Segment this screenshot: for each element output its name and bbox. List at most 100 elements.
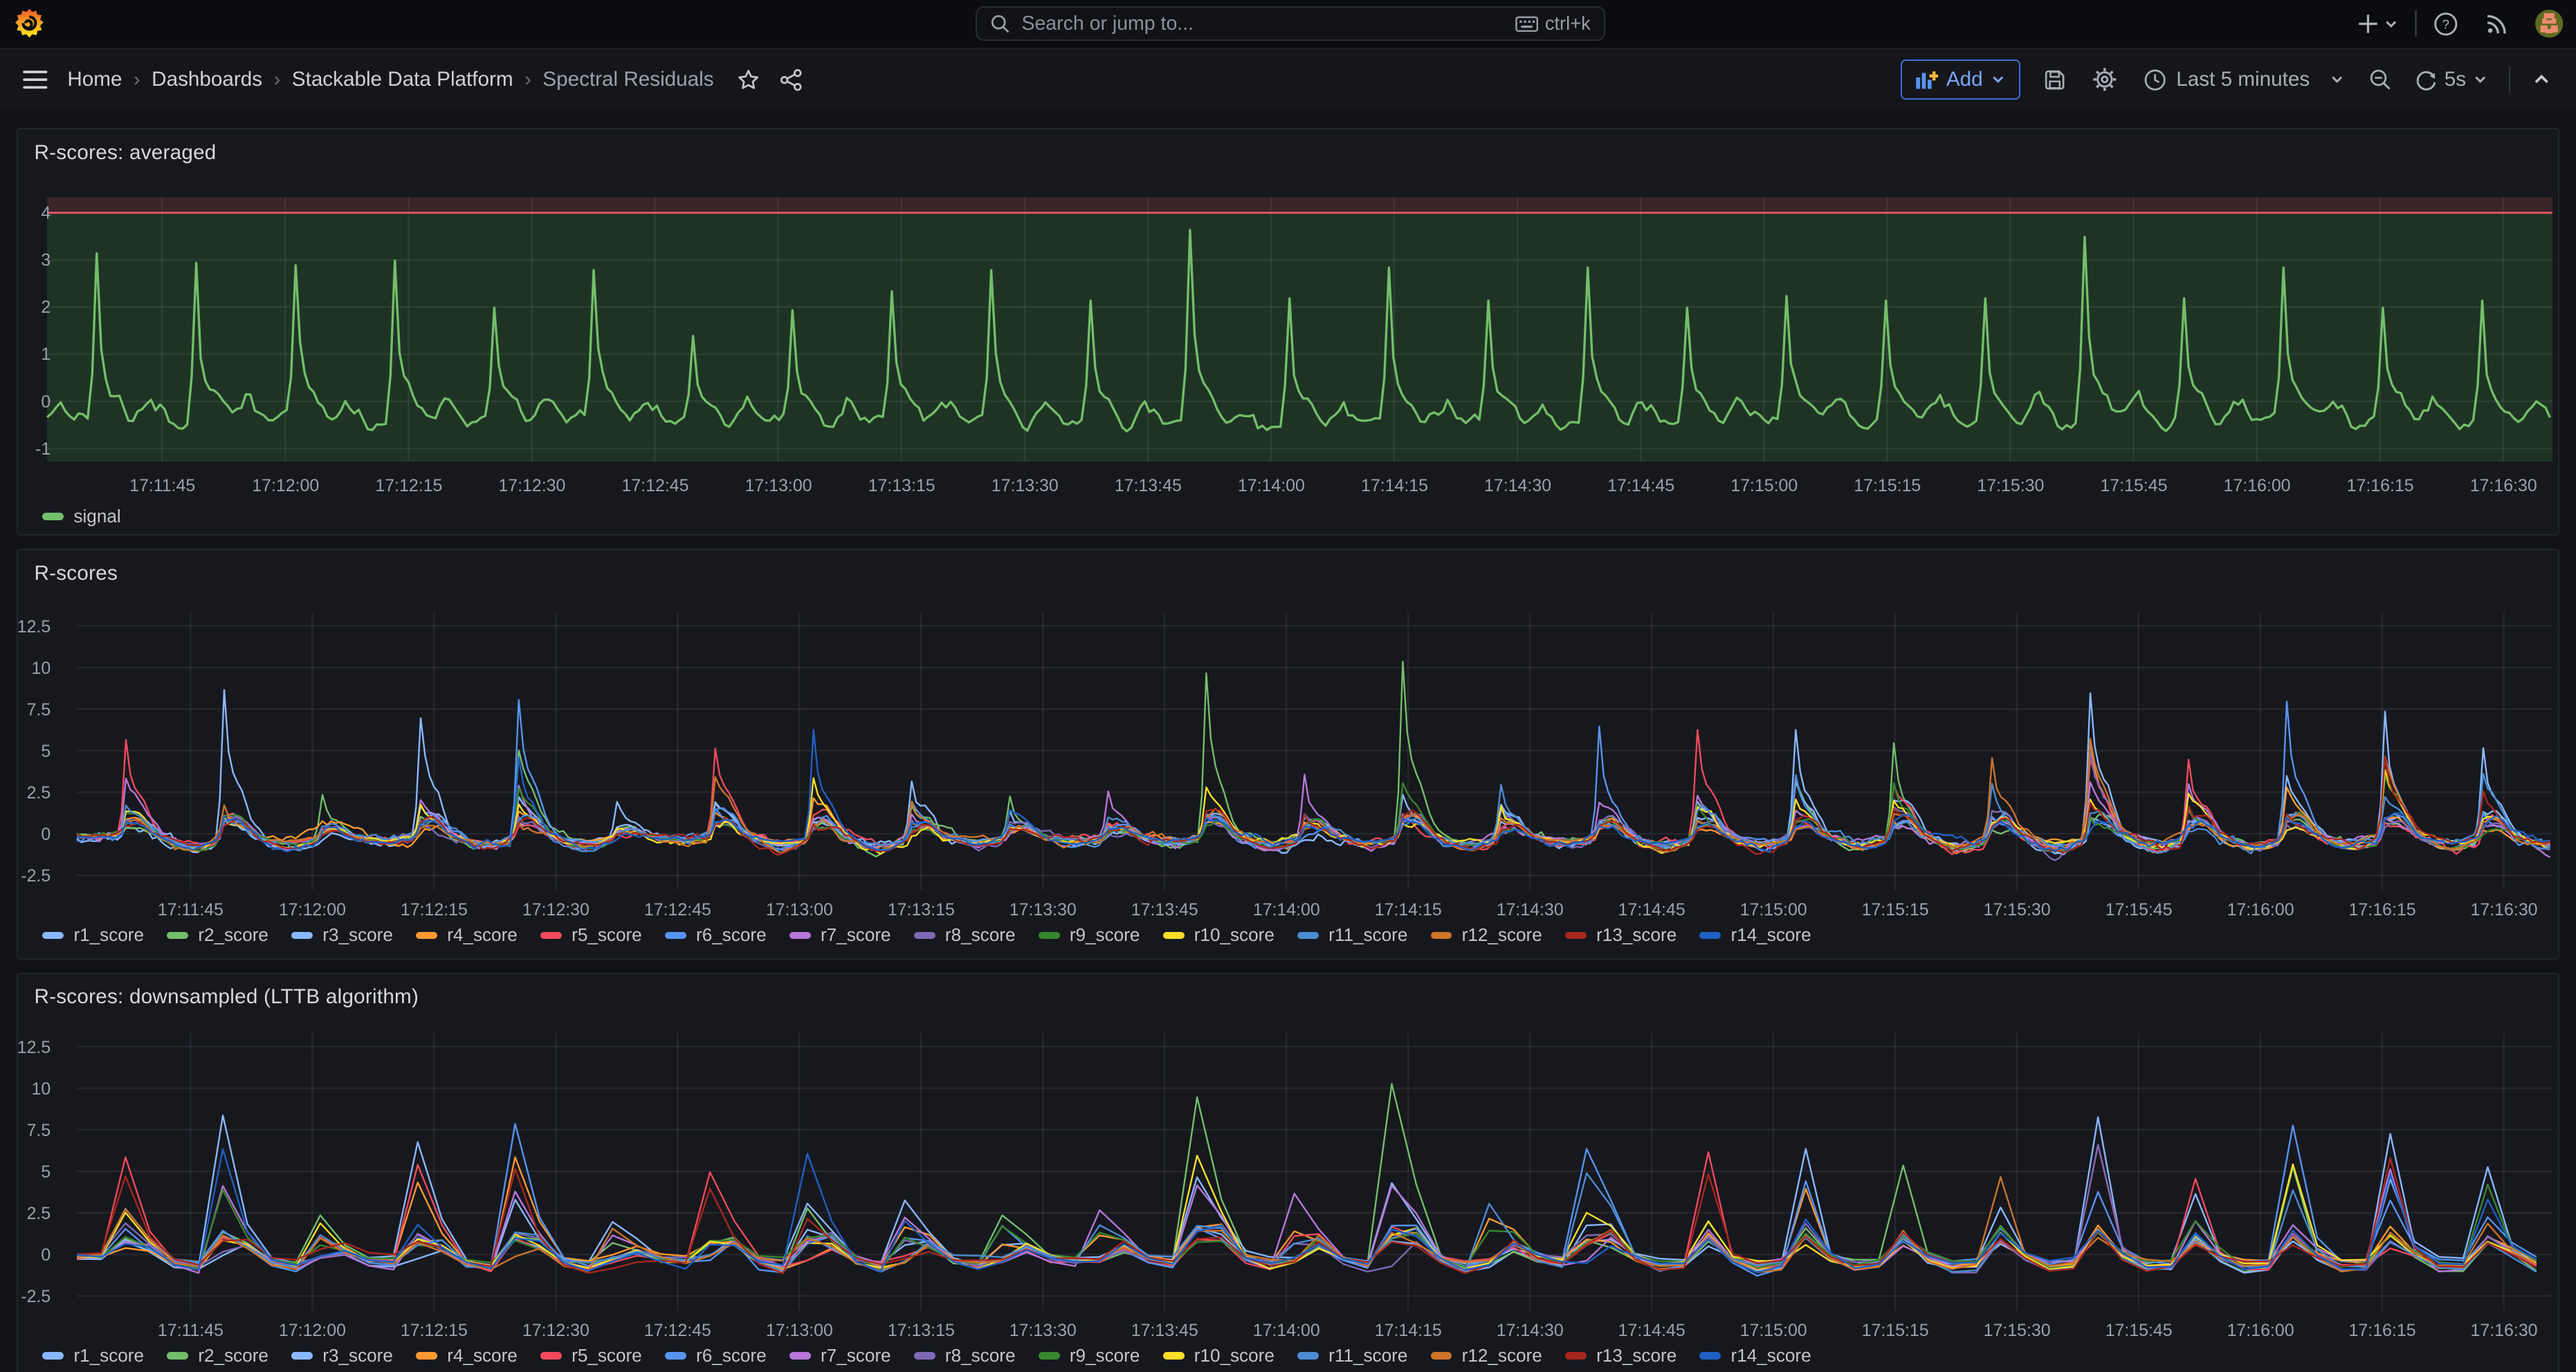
legend-label: r9_score (1070, 924, 1140, 946)
legend-swatch (1699, 1352, 1721, 1360)
favorite-dashboard-button[interactable] (737, 68, 760, 91)
chevron-down-icon (2473, 72, 2487, 86)
legend-item-r12_score[interactable]: r12_score (1431, 1345, 1542, 1366)
legend-item-signal[interactable]: signal (42, 506, 120, 527)
legend-item-r11_score[interactable]: r11_score (1297, 924, 1407, 946)
legend-item-r6_score[interactable]: r6_score (665, 1345, 767, 1366)
x-axis-label: 17:13:30 (967, 476, 1082, 496)
x-axis-label: 17:12:00 (228, 476, 343, 496)
breadcrumb-folder[interactable]: Stackable Data Platform (292, 68, 513, 91)
legend-item-r9_score[interactable]: r9_score (1039, 924, 1140, 946)
legend-item-r14_score[interactable]: r14_score (1699, 1345, 1811, 1366)
legend-label: r5_score (572, 924, 642, 946)
legend-swatch (1297, 1352, 1319, 1360)
star-icon (737, 68, 760, 91)
x-axis-label: 17:14:15 (1351, 900, 1465, 920)
y-axis-label: 0 (0, 392, 51, 412)
legend-swatch (416, 1352, 437, 1360)
x-axis-label: 17:16:15 (2325, 1321, 2440, 1341)
legend-item-r8_score[interactable]: r8_score (914, 1345, 1016, 1366)
breadcrumb-separator: › (134, 68, 140, 91)
new-menu-button[interactable] (2357, 13, 2398, 35)
breadcrumb-home[interactable]: Home (67, 68, 122, 91)
dashboard-toolbar: Home › Dashboards › Stackable Data Platf… (0, 49, 2576, 110)
legend-item-r1_score[interactable]: r1_score (42, 924, 144, 946)
svg-text:?: ? (2442, 17, 2449, 32)
collapse-controls-button[interactable] (2520, 61, 2563, 99)
legend-label: r7_score (821, 924, 891, 946)
dashboard-settings-button[interactable] (2079, 61, 2130, 99)
y-axis-label: -2.5 (0, 1287, 51, 1307)
legend-swatch (1565, 1352, 1587, 1360)
legend-item-r1_score[interactable]: r1_score (42, 1345, 144, 1366)
legend-item-r4_score[interactable]: r4_score (416, 1345, 518, 1366)
legend-item-r2_score[interactable]: r2_score (167, 1345, 268, 1366)
mega-menu-button[interactable] (23, 70, 48, 89)
y-axis-label: 5 (0, 742, 51, 762)
breadcrumb-dashboards[interactable]: Dashboards (152, 68, 262, 91)
x-axis-label: 17:15:15 (1838, 1321, 1953, 1341)
legend-item-r4_score[interactable]: r4_score (416, 924, 518, 946)
legend-item-r7_score[interactable]: r7_score (789, 924, 891, 946)
legend-item-r13_score[interactable]: r13_score (1565, 924, 1677, 946)
share-dashboard-button[interactable] (780, 68, 803, 91)
add-panel-button[interactable]: Add (1901, 60, 2020, 100)
search-input[interactable]: Search or jump to... ctrl+k (976, 6, 1605, 41)
legend-item-r5_score[interactable]: r5_score (540, 924, 642, 946)
news-button[interactable] (2485, 12, 2508, 35)
help-button[interactable]: ? (2433, 12, 2458, 37)
search-shortcut: ctrl+k (1515, 12, 1591, 35)
x-axis-label: 17:14:15 (1351, 1321, 1465, 1341)
panel-r-scores-downsampled[interactable]: R-scores: downsampled (LTTB algorithm) 1… (17, 973, 2560, 1372)
divider (2509, 66, 2510, 93)
legend-label: r2_score (198, 1345, 268, 1366)
chevron-up-icon (2532, 70, 2551, 89)
y-axis-label: 4 (0, 203, 51, 223)
legend-item-r9_score[interactable]: r9_score (1039, 1345, 1140, 1366)
legend-item-r14_score[interactable]: r14_score (1699, 924, 1811, 946)
x-axis-label: 17:14:00 (1214, 476, 1328, 496)
legend-swatch (1565, 932, 1587, 940)
legend-label: r1_score (73, 924, 144, 946)
refresh-dashboard-button[interactable]: 5s (2403, 61, 2499, 99)
legend-item-r8_score[interactable]: r8_score (914, 924, 1016, 946)
zoom-out-time-button[interactable] (2357, 61, 2403, 99)
legend-item-r13_score[interactable]: r13_score (1565, 1345, 1677, 1366)
x-axis-label: 17:13:15 (844, 476, 959, 496)
y-axis-label: 0 (0, 825, 51, 845)
search-placeholder: Search or jump to... (1021, 12, 1515, 35)
legend-label: r11_score (1328, 1345, 1407, 1366)
legend-item-r5_score[interactable]: r5_score (540, 1345, 642, 1366)
panel-r-scores-averaged[interactable]: R-scores: averaged 43210-117:11:4517:12:… (17, 128, 2560, 536)
breadcrumb-current: Spectral Residuals (542, 68, 713, 91)
legend-item-r12_score[interactable]: r12_score (1431, 924, 1542, 946)
plus-icon (2357, 13, 2379, 35)
legend-item-r3_score[interactable]: r3_score (291, 924, 393, 946)
save-dashboard-button[interactable] (2030, 61, 2079, 99)
hamburger-menu-icon (23, 70, 48, 89)
legend-item-r7_score[interactable]: r7_score (789, 1345, 891, 1366)
legend-item-r11_score[interactable]: r11_score (1297, 1345, 1407, 1366)
user-avatar[interactable] (2535, 10, 2563, 37)
x-axis-label: 17:12:15 (376, 900, 491, 920)
x-axis-label: 17:13:00 (742, 1321, 857, 1341)
y-axis-label: 1 (0, 345, 51, 365)
legend-item-r6_score[interactable]: r6_score (665, 924, 767, 946)
panel-r-scores[interactable]: R-scores 12.5107.552.50-2.517:11:4517:12… (17, 549, 2560, 960)
legend-swatch (665, 1352, 686, 1360)
panel-title[interactable]: R-scores: averaged (34, 141, 216, 165)
panel-title[interactable]: R-scores (34, 562, 118, 585)
legend-item-r3_score[interactable]: r3_score (291, 1345, 393, 1366)
panel-title[interactable]: R-scores: downsampled (LTTB algorithm) (34, 985, 419, 1009)
legend-label: r5_score (572, 1345, 642, 1366)
breadcrumb-separator: › (274, 68, 281, 91)
x-axis-label: 17:15:15 (1830, 476, 1945, 496)
legend-item-r10_score[interactable]: r10_score (1163, 1345, 1275, 1366)
legend-item-r2_score[interactable]: r2_score (167, 924, 268, 946)
search-icon (990, 14, 1010, 33)
time-range-picker[interactable]: Last 5 minutes (2130, 61, 2357, 99)
legend-item-r10_score[interactable]: r10_score (1163, 924, 1275, 946)
y-axis-label: 3 (0, 250, 51, 271)
legend-swatch (540, 932, 562, 940)
grafana-logo-icon[interactable] (15, 8, 44, 38)
